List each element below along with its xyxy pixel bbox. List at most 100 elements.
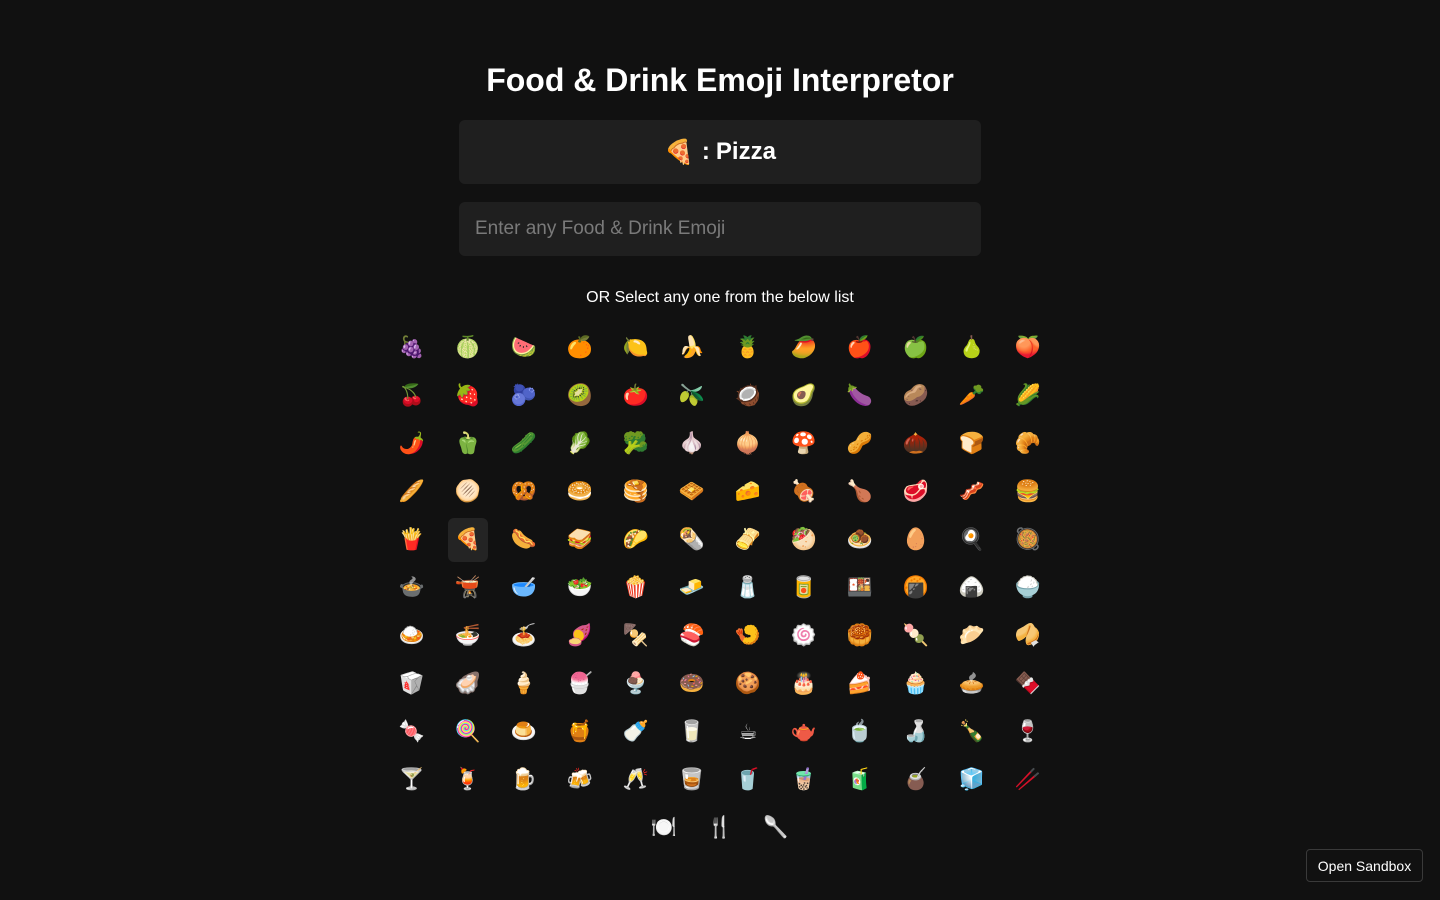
emoji-item[interactable]: 🥙: [776, 516, 832, 564]
emoji-item[interactable]: 🍆: [832, 372, 888, 420]
emoji-item[interactable]: 🍶: [888, 708, 944, 756]
emoji-item[interactable]: 🥚: [888, 516, 944, 564]
emoji-item[interactable]: 🍓: [440, 372, 496, 420]
emoji-item[interactable]: 🍚: [1000, 564, 1056, 612]
emoji-item[interactable]: 🍗: [832, 468, 888, 516]
emoji-item[interactable]: 🍷: [1000, 708, 1056, 756]
emoji-item[interactable]: 🍘: [888, 564, 944, 612]
emoji-item[interactable]: 🌽: [1000, 372, 1056, 420]
emoji-item[interactable]: 🍪: [720, 660, 776, 708]
emoji-item[interactable]: 🥕: [944, 372, 1000, 420]
emoji-item[interactable]: 🥜: [832, 420, 888, 468]
emoji-item[interactable]: 🧉: [888, 756, 944, 804]
emoji-item[interactable]: 🧄: [664, 420, 720, 468]
emoji-item[interactable]: 🍩: [664, 660, 720, 708]
emoji-item[interactable]: 🍈: [440, 324, 496, 372]
emoji-item[interactable]: 🧅: [720, 420, 776, 468]
emoji-item[interactable]: 🎂: [776, 660, 832, 708]
emoji-item[interactable]: 🍇: [384, 324, 440, 372]
emoji-item[interactable]: 🍕: [448, 518, 488, 562]
emoji-item[interactable]: 🍟: [384, 516, 440, 564]
emoji-item[interactable]: 🥥: [720, 372, 776, 420]
emoji-item[interactable]: 🌰: [888, 420, 944, 468]
emoji-item[interactable]: 🥯: [552, 468, 608, 516]
emoji-item[interactable]: 🍱: [832, 564, 888, 612]
emoji-item[interactable]: 🍊: [552, 324, 608, 372]
emoji-item[interactable]: 🥓: [944, 468, 1000, 516]
emoji-item[interactable]: 🌶️: [384, 420, 440, 468]
emoji-item[interactable]: 🍹: [440, 756, 496, 804]
emoji-item[interactable]: 🍫: [1000, 660, 1056, 708]
emoji-item[interactable]: 🥑: [776, 372, 832, 420]
emoji-item[interactable]: 🥨: [496, 468, 552, 516]
emoji-item[interactable]: 🥟: [944, 612, 1000, 660]
emoji-item[interactable]: 🍲: [384, 564, 440, 612]
emoji-item[interactable]: 🧈: [664, 564, 720, 612]
emoji-item[interactable]: 🧁: [888, 660, 944, 708]
emoji-item[interactable]: 🍐: [944, 324, 1000, 372]
emoji-item[interactable]: 🫓: [440, 468, 496, 516]
emoji-item[interactable]: 🥧: [944, 660, 1000, 708]
emoji-item[interactable]: 🫑: [440, 420, 496, 468]
emoji-item[interactable]: 🍏: [888, 324, 944, 372]
emoji-item[interactable]: 🍾: [944, 708, 1000, 756]
emoji-item[interactable]: 🥠: [1000, 612, 1056, 660]
emoji-item[interactable]: 🍛: [384, 612, 440, 660]
emoji-item[interactable]: 🍅: [608, 372, 664, 420]
emoji-item[interactable]: 🥂: [608, 756, 664, 804]
emoji-item[interactable]: 🥡: [384, 660, 440, 708]
emoji-item[interactable]: 🧊: [944, 756, 1000, 804]
emoji-item[interactable]: 🧃: [832, 756, 888, 804]
emoji-item[interactable]: 🥘: [1000, 516, 1056, 564]
emoji-item[interactable]: 🍋: [608, 324, 664, 372]
emoji-item[interactable]: 🍳: [944, 516, 1000, 564]
emoji-item[interactable]: 🧀: [720, 468, 776, 516]
emoji-item[interactable]: 🍉: [496, 324, 552, 372]
emoji-item[interactable]: 🥪: [552, 516, 608, 564]
emoji-item[interactable]: 🥤: [720, 756, 776, 804]
emoji-item[interactable]: 🥖: [384, 468, 440, 516]
emoji-item[interactable]: 🌯: [664, 516, 720, 564]
emoji-item[interactable]: 🍖: [776, 468, 832, 516]
emoji-item[interactable]: 🍨: [608, 660, 664, 708]
emoji-item[interactable]: 🍭: [440, 708, 496, 756]
emoji-item[interactable]: 🍎: [832, 324, 888, 372]
emoji-item[interactable]: 🍒: [384, 372, 440, 420]
emoji-item[interactable]: 🍄: [776, 420, 832, 468]
emoji-item[interactable]: 🍴: [692, 804, 748, 852]
emoji-item[interactable]: 🍥: [776, 612, 832, 660]
emoji-item[interactable]: 🍧: [552, 660, 608, 708]
emoji-item[interactable]: 🥞: [608, 468, 664, 516]
emoji-item[interactable]: 🍌: [664, 324, 720, 372]
emoji-item[interactable]: 🌮: [608, 516, 664, 564]
emoji-item[interactable]: 🥄: [748, 804, 804, 852]
emoji-item[interactable]: 🫒: [664, 372, 720, 420]
emoji-item[interactable]: 🍡: [888, 612, 944, 660]
emoji-item[interactable]: 🍍: [720, 324, 776, 372]
emoji-item[interactable]: 🦪: [440, 660, 496, 708]
emoji-item[interactable]: 🥭: [776, 324, 832, 372]
emoji-item[interactable]: 🍔: [1000, 468, 1056, 516]
emoji-item[interactable]: 🧆: [832, 516, 888, 564]
emoji-item[interactable]: 🍑: [1000, 324, 1056, 372]
emoji-item[interactable]: 🍸: [384, 756, 440, 804]
emoji-item[interactable]: 🥣: [496, 564, 552, 612]
emoji-item[interactable]: 🥬: [552, 420, 608, 468]
emoji-item[interactable]: 🍰: [832, 660, 888, 708]
emoji-item[interactable]: 🍼: [608, 708, 664, 756]
emoji-item[interactable]: 🍽️: [636, 804, 692, 852]
emoji-item[interactable]: 🥐: [1000, 420, 1056, 468]
emoji-item[interactable]: 🍬: [384, 708, 440, 756]
emoji-item[interactable]: 🍯: [552, 708, 608, 756]
emoji-item[interactable]: 🥢: [1000, 756, 1056, 804]
emoji-item[interactable]: 🍙: [944, 564, 1000, 612]
emoji-item[interactable]: 🥫: [776, 564, 832, 612]
emoji-item[interactable]: 🧋: [776, 756, 832, 804]
emoji-item[interactable]: 🍤: [720, 612, 776, 660]
emoji-item[interactable]: 🫔: [720, 516, 776, 564]
emoji-item[interactable]: 🍞: [944, 420, 1000, 468]
emoji-item[interactable]: 🥒: [496, 420, 552, 468]
emoji-item[interactable]: 🌭: [496, 516, 552, 564]
emoji-item[interactable]: 🍿: [608, 564, 664, 612]
emoji-item[interactable]: 🍮: [496, 708, 552, 756]
